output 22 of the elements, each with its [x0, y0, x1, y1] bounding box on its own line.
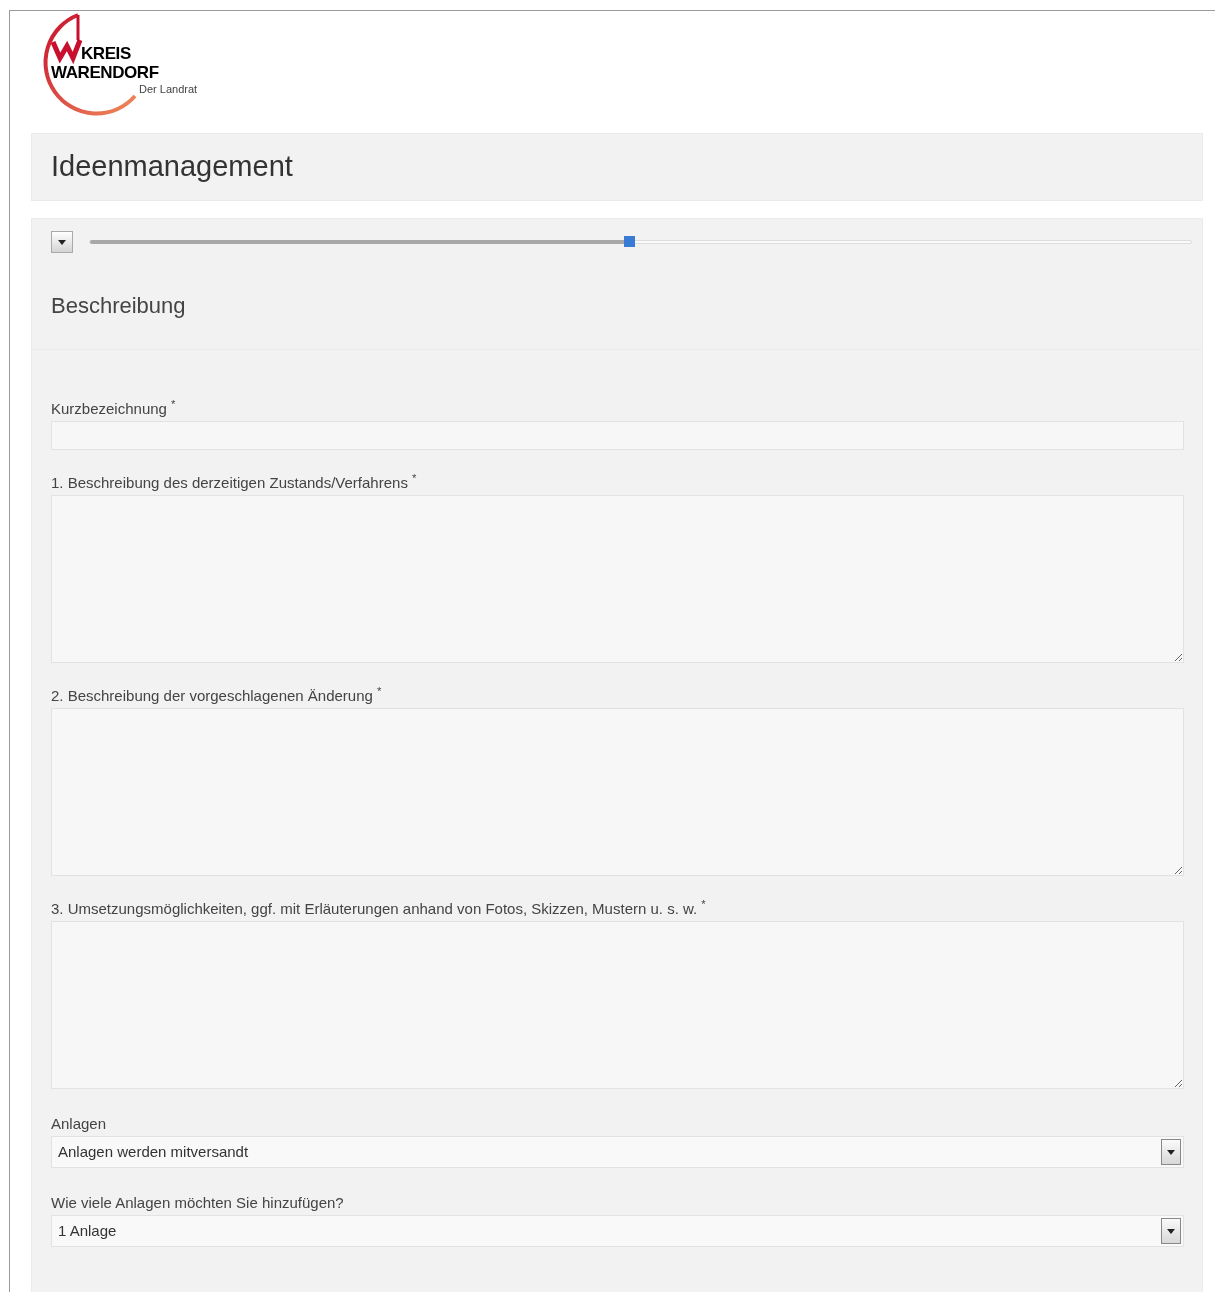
dropdown-button[interactable]	[1161, 1139, 1181, 1165]
select-value: Anlagen werden mitversandt	[58, 1141, 250, 1162]
select-field[interactable]: 1 Anlage	[51, 1215, 1184, 1247]
caret-icon	[1167, 1228, 1175, 1234]
page-title: Ideenmanagement	[51, 149, 293, 185]
section-title: Beschreibung	[51, 292, 187, 320]
caret-icon	[1167, 1149, 1175, 1155]
logo-text: WARENDORF	[51, 64, 159, 81]
dropdown-button[interactable]	[1161, 1218, 1181, 1244]
select-field[interactable]: Anlagen werden mitversandt	[51, 1136, 1184, 1168]
field-label: Anlagen	[51, 1115, 107, 1133]
logo-subtitle: Der Landrat	[139, 84, 198, 95]
field-label: 2. Beschreibung der vorgeschlagenen Änderung $^{*}$	[51, 687, 382, 705]
field-label: 3. Umsetzungsmöglichkeiten, ggf. mit Erläuterungen anhand von Fotos, Skizzen, Mustern u. s. w. $^{*}$	[51, 900, 706, 918]
logo-text: KREIS	[81, 45, 131, 62]
field-label: Kurzbezeichnung $^{*}$	[51, 400, 176, 418]
field-label: Wie viele Anlagen möchten Sie hinzufügen?	[51, 1194, 344, 1212]
caret-icon	[58, 239, 66, 245]
select-value: 1 Anlage	[58, 1220, 118, 1241]
field-label: 1. Beschreibung des derzeitigen Zustands/Verfahrens $^{*}$	[51, 474, 417, 492]
toggle-button[interactable]	[51, 231, 73, 253]
slider-thumb[interactable]	[624, 236, 636, 247]
